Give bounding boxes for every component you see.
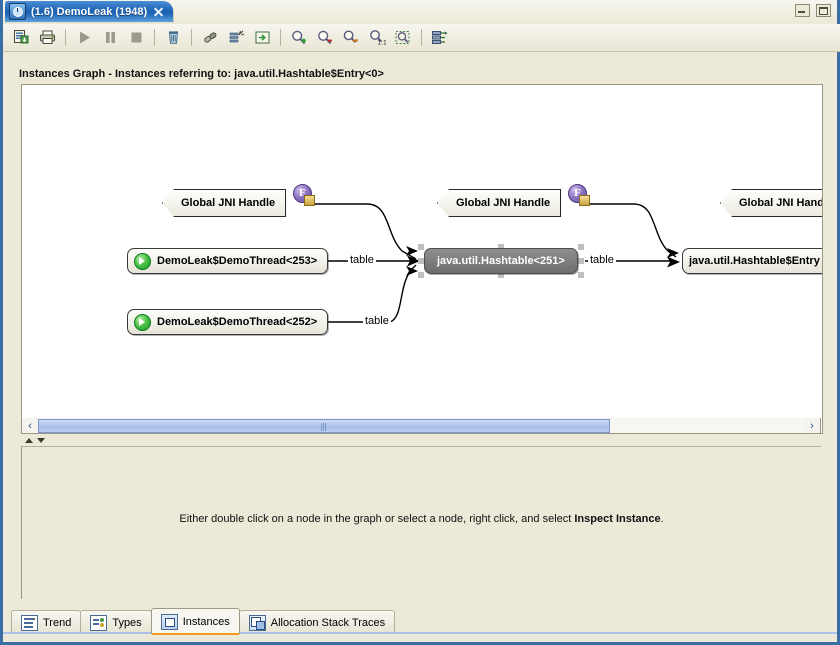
edge-label-table-1: table [348, 254, 376, 266]
thread-icon [134, 252, 151, 270]
layout-button[interactable] [428, 26, 452, 49]
graph-node-demothread-253[interactable]: DemoLeak$DemoThread<253> [127, 248, 329, 274]
toolbar-separator [191, 29, 192, 46]
trend-icon [21, 614, 38, 631]
instances-graph-canvas[interactable]: Global JNI Handle F Global JNI Handle F … [21, 84, 823, 434]
resume-button[interactable] [72, 26, 96, 49]
bottom-tab-underline [3, 632, 837, 634]
page-title: Instances Graph - Instances referring to… [19, 68, 384, 80]
zoom-selection-button[interactable] [391, 26, 415, 49]
zoom-in-button[interactable] [287, 26, 311, 49]
tab-allocation-stack-traces[interactable]: Allocation Stack Traces [238, 610, 396, 634]
tab-types[interactable]: Types [80, 610, 152, 634]
edge-label-table-3: table [588, 254, 616, 266]
allocation-icon [248, 614, 266, 631]
zoom-out-button[interactable] [313, 26, 337, 49]
close-icon[interactable] [152, 5, 165, 18]
graph-node-global-jni-handle-3[interactable]: Global JNI Handle [720, 189, 822, 217]
stop-button[interactable] [124, 26, 148, 49]
tab-label: Trend [43, 616, 72, 629]
graph-node-label: DemoLeak$DemoThread<253> [157, 255, 318, 267]
tab-trend[interactable]: Trend [11, 610, 82, 634]
graph-node-global-jni-handle-1[interactable]: Global JNI Handle [162, 189, 287, 217]
view-tab-strip: (1.6) DemoLeak (1948) [3, 0, 837, 23]
graph-node-hashtable-entry[interactable]: java.util.Hashtable$Entry [682, 248, 822, 274]
graph-node-label: Global JNI Handle [739, 197, 822, 209]
filter-button[interactable] [224, 26, 248, 49]
toolbar-separator [280, 29, 281, 46]
graph-node-label: java.util.Hashtable<251> [437, 255, 565, 267]
view-tab-demoleak[interactable]: (1.6) DemoLeak (1948) [5, 1, 174, 22]
export-snapshot-button[interactable] [9, 26, 33, 49]
graph-surface: Global JNI Handle F Global JNI Handle F … [22, 85, 822, 433]
graph-node-hashtable-251[interactable]: java.util.Hashtable<251> [424, 248, 578, 274]
graph-node-demothread-252[interactable]: DemoLeak$DemoThread<252> [127, 309, 329, 335]
detail-hint-emphasis: Inspect Instance [574, 513, 661, 525]
window-buttons [795, 4, 831, 17]
sash-up-arrow-icon[interactable] [25, 438, 33, 443]
graph-node-label: DemoLeak$DemoThread<252> [157, 316, 318, 328]
tab-label: Instances [182, 615, 230, 628]
final-reference-badge-icon: F [568, 184, 590, 206]
tab-instances[interactable]: Instances [150, 608, 240, 635]
sash-down-arrow-icon[interactable] [37, 438, 45, 443]
types-icon [90, 614, 108, 631]
delete-button[interactable] [161, 26, 185, 49]
thread-icon [134, 313, 151, 331]
graph-node-label: Global JNI Handle [181, 197, 276, 209]
scrollbar-track[interactable] [38, 418, 804, 433]
detail-hint-message: Either double click on a node in the gra… [22, 513, 821, 525]
scrollbar-grip [321, 422, 327, 431]
toolbar-separator [65, 29, 66, 46]
bottom-tab-bar: Trend Types Instances Allocation Stack T… [11, 608, 396, 635]
scrollbar-thumb[interactable] [38, 418, 610, 433]
profiler-view: (1.6) DemoLeak (1948) 1:1 Instances Grap… [0, 0, 840, 645]
profiler-gauge-icon [9, 3, 26, 20]
graph-node-global-jni-handle-2[interactable]: Global JNI Handle [437, 189, 562, 217]
detail-hint-part1: Either double click on a node in the gra… [179, 513, 575, 525]
scroll-right-arrow-icon[interactable]: › [804, 419, 820, 433]
splitter-sash[interactable] [21, 436, 821, 446]
svg-text:1:1: 1:1 [377, 39, 386, 46]
toolbar: 1:1 [3, 24, 840, 52]
view-tab-label: (1.6) DemoLeak (1948) [31, 5, 148, 18]
minimize-button[interactable] [795, 4, 810, 17]
edge-label-table-2: table [363, 315, 391, 327]
toolbar-separator [421, 29, 422, 46]
instances-icon [160, 613, 178, 630]
instance-detail-pane: Either double click on a node in the gra… [21, 446, 821, 599]
graph-node-label: Global JNI Handle [456, 197, 551, 209]
zoom-fit-button[interactable] [339, 26, 363, 49]
toolbar-separator [154, 29, 155, 46]
pause-button[interactable] [98, 26, 122, 49]
zoom-actual-button[interactable]: 1:1 [365, 26, 389, 49]
scroll-left-arrow-icon[interactable]: ‹ [22, 419, 38, 433]
step-into-button[interactable] [250, 26, 274, 49]
maximize-button[interactable] [816, 4, 831, 17]
graph-node-label: java.util.Hashtable$Entry [689, 255, 820, 267]
horizontal-scrollbar[interactable]: ‹ › [21, 418, 821, 434]
final-reference-badge-icon: F [293, 184, 315, 206]
detail-hint-part2: . [660, 513, 664, 525]
show-references-button[interactable] [198, 26, 222, 49]
tab-label: Types [112, 616, 142, 629]
print-button[interactable] [35, 26, 59, 49]
tab-label: Allocation Stack Traces [270, 616, 386, 629]
